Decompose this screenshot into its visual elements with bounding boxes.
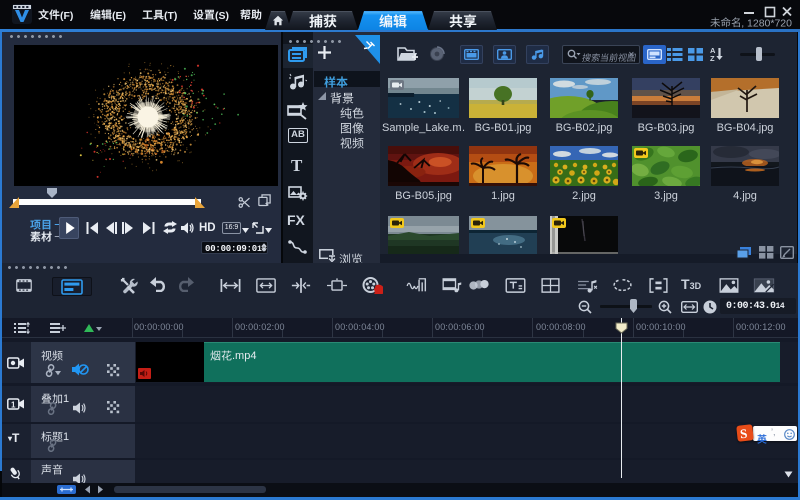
svg-text:1: 1 xyxy=(11,401,16,410)
